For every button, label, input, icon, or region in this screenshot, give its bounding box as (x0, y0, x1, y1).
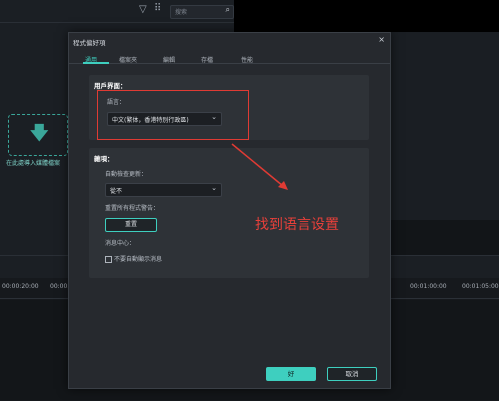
annotation-text: 找到语言设置 (255, 217, 339, 233)
annotation-arrow (231, 143, 288, 190)
